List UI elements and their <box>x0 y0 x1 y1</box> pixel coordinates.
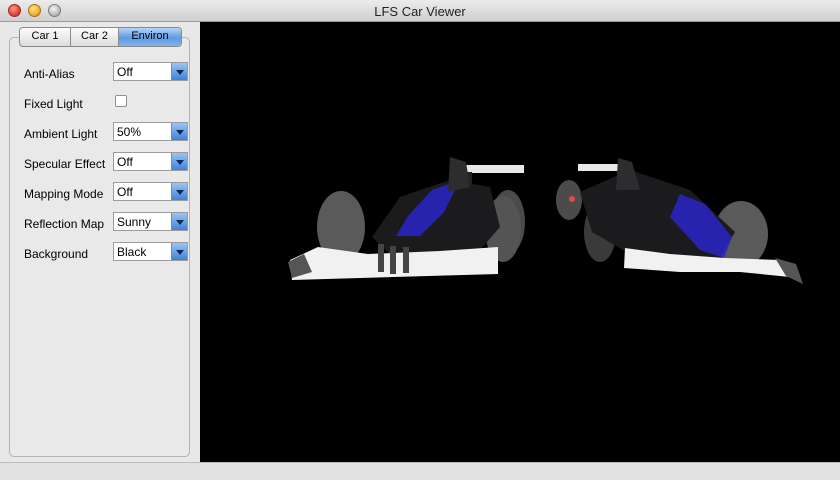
formula-car-rear-view <box>556 158 803 284</box>
ambient-light-select[interactable]: 50% <box>113 122 188 141</box>
car-3d-viewport[interactable] <box>200 22 840 462</box>
mapping-mode-select[interactable]: Off <box>113 182 188 201</box>
rear-light-icon <box>569 196 575 202</box>
specular-effect-value: Off <box>117 155 133 169</box>
chevron-down-icon <box>171 153 187 170</box>
chevron-down-icon <box>171 183 187 200</box>
status-bar <box>0 462 840 480</box>
mapping-mode-label: Mapping Mode <box>24 187 104 201</box>
cockpit <box>448 157 470 192</box>
specular-effect-label: Specular Effect <box>24 157 106 171</box>
fixed-light-label: Fixed Light <box>24 97 83 111</box>
wing-fin <box>378 244 384 272</box>
anti-alias-label: Anti-Alias <box>24 67 75 81</box>
mapping-mode-value: Off <box>117 185 133 199</box>
car-render <box>288 157 803 284</box>
title-bar: LFS Car Viewer <box>0 0 840 22</box>
rear-wing <box>462 165 524 173</box>
chevron-down-icon <box>171 123 187 140</box>
wing-fin <box>403 247 409 273</box>
formula-car-front-view <box>288 157 525 280</box>
chevron-down-icon <box>171 213 187 230</box>
background-value: Black <box>117 245 147 259</box>
tab-bar: Car 1 Car 2 Environ <box>19 27 182 47</box>
ambient-light-label: Ambient Light <box>24 127 98 141</box>
background-label: Background <box>24 247 89 261</box>
chevron-down-icon <box>171 63 187 80</box>
fixed-light-checkbox[interactable] <box>115 95 127 107</box>
specular-effect-select[interactable]: Off <box>113 152 188 171</box>
tab-car-1[interactable]: Car 1 <box>20 28 71 46</box>
ambient-light-value: 50% <box>117 125 142 139</box>
tab-environ[interactable]: Environ <box>119 28 181 46</box>
rear-wing <box>578 164 620 171</box>
background-select[interactable]: Black <box>113 242 188 261</box>
window-title: LFS Car Viewer <box>374 4 466 19</box>
anti-alias-select[interactable]: Off <box>113 62 188 81</box>
reflection-map-select[interactable]: Sunny <box>113 212 188 231</box>
wing-fin <box>390 246 396 274</box>
tab-car-2[interactable]: Car 2 <box>71 28 119 46</box>
chevron-down-icon <box>171 243 187 260</box>
reflection-map-value: Sunny <box>117 215 152 229</box>
reflection-map-label: Reflection Map <box>24 217 105 231</box>
rear-wheel-left <box>556 180 582 220</box>
anti-alias-value: Off <box>117 65 133 79</box>
